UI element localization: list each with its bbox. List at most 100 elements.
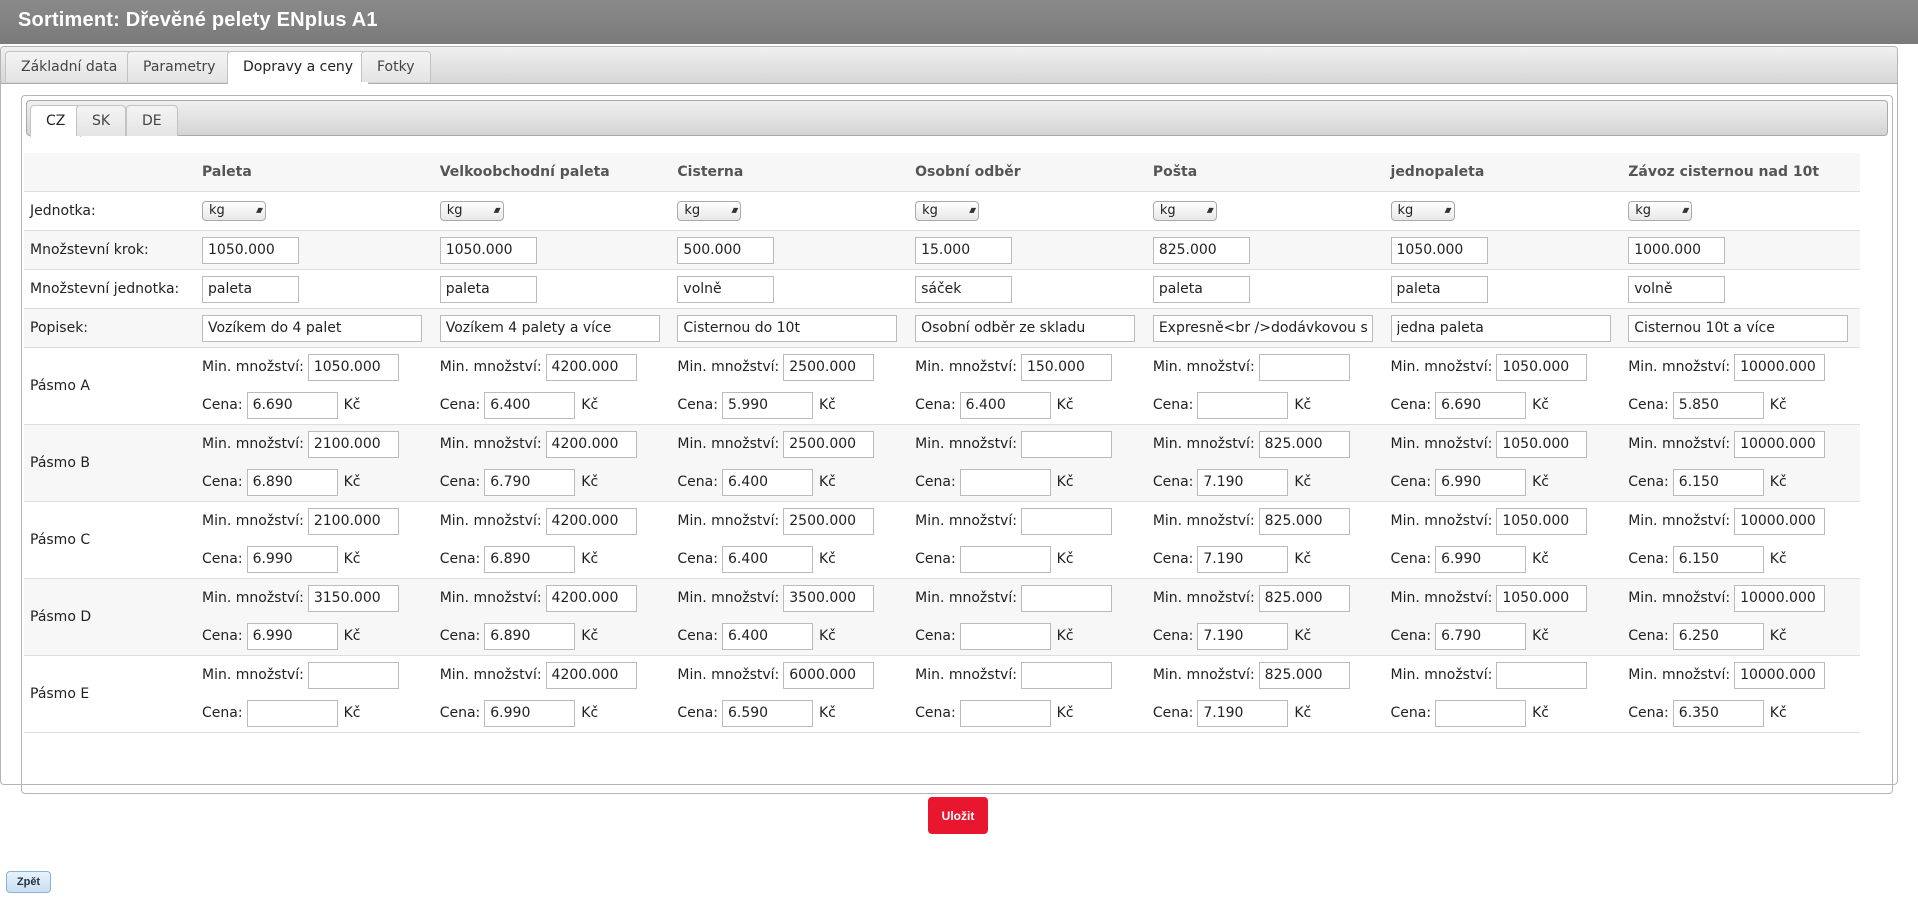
min-quantity-input[interactable] [1496,353,1588,381]
min-quantity-input[interactable] [1496,507,1588,535]
price-input[interactable] [959,468,1051,496]
description-input[interactable] [439,314,660,342]
price-input[interactable] [246,545,338,573]
save-button[interactable]: Uložit [928,797,988,834]
quantity-unit-input[interactable] [1390,275,1488,303]
price-input[interactable] [1435,699,1527,727]
price-input[interactable] [1672,468,1764,496]
unit-select[interactable]: kg ▴▾ [202,201,266,221]
min-quantity-input[interactable] [307,584,399,612]
min-quantity-input[interactable] [1020,584,1112,612]
price-input[interactable] [484,699,576,727]
min-quantity-input[interactable] [783,584,875,612]
min-quantity-input[interactable] [1020,430,1112,458]
unit-select[interactable]: kg ▴▾ [915,201,980,221]
price-input[interactable] [1672,391,1764,419]
min-quantity-input[interactable] [1258,353,1350,381]
price-input[interactable] [1435,468,1527,496]
min-quantity-input[interactable] [1496,661,1588,689]
price-input[interactable] [1435,391,1527,419]
tab-country-de[interactable]: DE [126,105,178,136]
min-quantity-input[interactable] [783,430,875,458]
min-quantity-input[interactable] [1734,430,1826,458]
price-input[interactable] [721,699,813,727]
min-quantity-input[interactable] [1020,353,1112,381]
min-quantity-input[interactable] [1258,661,1350,689]
price-input[interactable] [484,622,576,650]
tab-fotky[interactable]: Fotky [361,51,431,82]
quantity-unit-input[interactable] [677,275,775,303]
min-quantity-input[interactable] [783,661,875,689]
price-input[interactable] [484,391,576,419]
price-input[interactable] [1435,622,1527,650]
price-input[interactable] [246,699,338,727]
price-input[interactable] [1672,545,1764,573]
min-quantity-input[interactable] [1734,353,1826,381]
price-input[interactable] [959,622,1051,650]
min-quantity-input[interactable] [545,430,637,458]
unit-select[interactable]: kg ▴▾ [677,201,742,221]
back-button[interactable]: Zpět [6,871,51,893]
quantity-unit-input[interactable] [439,275,537,303]
quantity-step-input[interactable] [202,236,299,264]
price-input[interactable] [1197,545,1289,573]
min-quantity-input[interactable] [1020,661,1112,689]
min-quantity-input[interactable] [1496,584,1588,612]
price-input[interactable] [484,545,576,573]
price-input[interactable] [959,699,1051,727]
min-quantity-input[interactable] [545,584,637,612]
description-input[interactable] [677,314,898,342]
quantity-step-input[interactable] [1152,236,1250,264]
min-quantity-input[interactable] [1734,661,1826,689]
description-input[interactable] [1628,314,1849,342]
quantity-unit-input[interactable] [915,275,1013,303]
quantity-unit-input[interactable] [202,275,299,303]
price-input[interactable] [1197,699,1289,727]
price-input[interactable] [721,468,813,496]
unit-select[interactable]: kg ▴▾ [1390,201,1455,221]
price-input[interactable] [1672,622,1764,650]
price-input[interactable] [721,622,813,650]
min-quantity-input[interactable] [545,661,637,689]
price-input[interactable] [246,468,338,496]
tab-dopravy-a-ceny[interactable]: Dopravy a ceny [227,51,370,84]
min-quantity-input[interactable] [307,507,399,535]
quantity-unit-input[interactable] [1152,275,1250,303]
min-quantity-input[interactable] [307,430,399,458]
min-quantity-input[interactable] [783,353,875,381]
min-quantity-input[interactable] [545,507,637,535]
tab-country-sk[interactable]: SK [76,105,127,136]
quantity-step-input[interactable] [1628,236,1726,264]
quantity-step-input[interactable] [915,236,1013,264]
price-input[interactable] [246,391,338,419]
price-input[interactable] [246,622,338,650]
price-input[interactable] [959,391,1051,419]
price-input[interactable] [1672,699,1764,727]
min-quantity-input[interactable] [1258,430,1350,458]
min-quantity-input[interactable] [307,661,399,689]
price-input[interactable] [721,391,813,419]
price-input[interactable] [959,545,1051,573]
price-input[interactable] [1435,545,1527,573]
price-input[interactable] [721,545,813,573]
quantity-step-input[interactable] [677,236,775,264]
price-input[interactable] [484,468,576,496]
tab-zakladni-data[interactable]: Základní data [5,51,134,82]
tab-country-cz[interactable]: CZ [30,105,82,137]
min-quantity-input[interactable] [1258,507,1350,535]
description-input[interactable] [915,314,1136,342]
min-quantity-input[interactable] [1496,430,1588,458]
unit-select[interactable]: kg ▴▾ [439,201,504,221]
min-quantity-input[interactable] [1258,584,1350,612]
price-input[interactable] [1197,622,1289,650]
min-quantity-input[interactable] [545,353,637,381]
quantity-step-input[interactable] [1390,236,1488,264]
min-quantity-input[interactable] [1020,507,1112,535]
quantity-unit-input[interactable] [1628,275,1726,303]
min-quantity-input[interactable] [1734,507,1826,535]
price-input[interactable] [1197,391,1289,419]
description-input[interactable] [1152,314,1373,342]
description-input[interactable] [1390,314,1611,342]
min-quantity-input[interactable] [1734,584,1826,612]
unit-select[interactable]: kg ▴▾ [1152,201,1217,221]
